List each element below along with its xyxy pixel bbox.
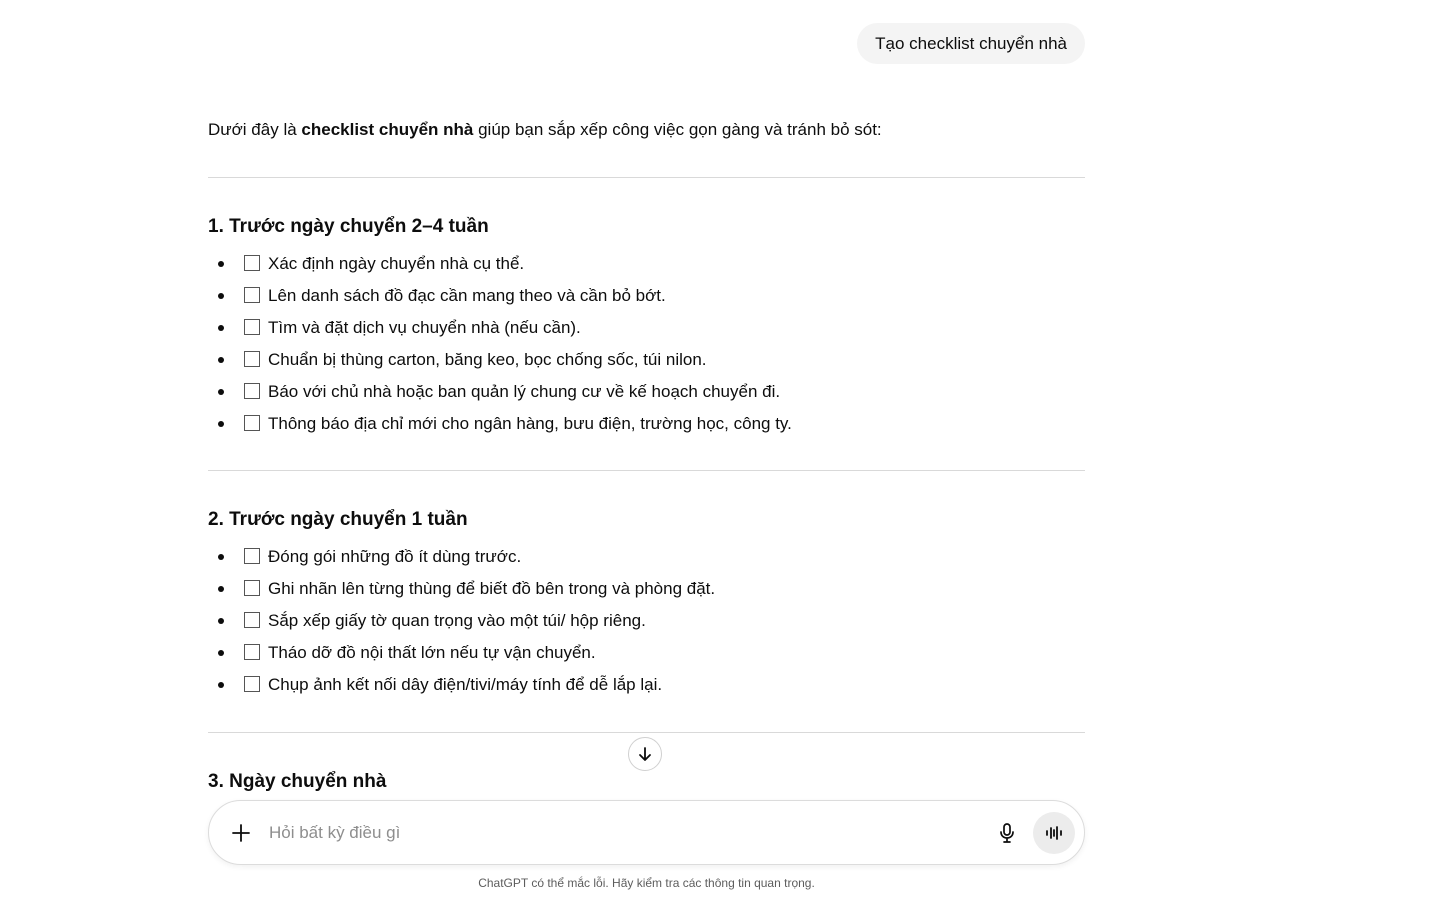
bullet-icon [218, 389, 224, 395]
list-item-text: Sắp xếp giấy tờ quan trọng vào một túi/ … [268, 611, 646, 630]
divider [208, 470, 1085, 471]
list-item-text: Đóng gói những đồ ít dùng trước. [268, 547, 522, 566]
bullet-icon [218, 586, 224, 592]
bullet-icon [218, 357, 224, 363]
bullet-icon [218, 650, 224, 656]
checkbox[interactable] [244, 319, 260, 335]
checkbox[interactable] [244, 255, 260, 271]
bullet-icon [218, 293, 224, 299]
intro-prefix: Dưới đây là [208, 120, 302, 139]
list-item-text: Chụp ảnh kết nối dây điện/tivi/máy tính … [268, 675, 663, 694]
disclaimer-text: ChatGPT có thể mắc lỗi. Hãy kiểm tra các… [478, 876, 815, 890]
divider [208, 732, 1085, 733]
checkbox[interactable] [244, 548, 260, 564]
intro-suffix: giúp bạn sắp xếp công việc gọn gàng và t… [473, 120, 882, 139]
list-item-text: Thông báo địa chỉ mới cho ngân hàng, bưu… [268, 414, 792, 433]
bullet-icon [218, 618, 224, 624]
list-item-text: Lên danh sách đồ đạc cần mang theo và cầ… [268, 286, 666, 305]
bullet-icon [218, 554, 224, 560]
section-title-1: 1. Trước ngày chuyển 2–4 tuần [208, 216, 489, 237]
section-title-2: 2. Trước ngày chuyển 1 tuần [208, 509, 468, 530]
checkbox[interactable] [244, 676, 260, 692]
checkbox[interactable] [244, 351, 260, 367]
section-title-3: 3. Ngày chuyển nhà [208, 771, 387, 792]
add-attachment-button[interactable] [227, 819, 255, 847]
intro-bold: checklist chuyển nhà [301, 120, 474, 139]
list-item-text: Tìm và đặt dịch vụ chuyển nhà (nếu cần). [268, 318, 581, 337]
intro-paragraph: Dưới đây là checklist chuyển nhà giúp bạ… [208, 118, 882, 142]
checkbox[interactable] [244, 383, 260, 399]
list-item-text: Ghi nhãn lên từng thùng để biết đồ bên t… [268, 579, 716, 598]
bullet-icon [218, 421, 224, 427]
bullet-icon [218, 682, 224, 688]
list-item-text: Báo với chủ nhà hoặc ban quản lý chung c… [268, 382, 781, 401]
bullet-icon [218, 325, 224, 331]
scroll-to-bottom-button[interactable] [628, 737, 662, 771]
divider [208, 177, 1085, 178]
user-message-bubble: Tạo checklist chuyển nhà [857, 23, 1085, 64]
voice-mode-button[interactable] [1033, 812, 1075, 854]
checkbox[interactable] [244, 287, 260, 303]
microphone-icon [1000, 823, 1014, 843]
checkbox[interactable] [244, 415, 260, 431]
bullet-icon [218, 261, 224, 267]
list-item-text: Tháo dỡ đồ nội thất lớn nếu tự vận chuyể… [268, 643, 596, 662]
dictate-button[interactable] [993, 819, 1021, 847]
list-item-text: Chuẩn bị thùng carton, băng keo, bọc chố… [268, 350, 707, 369]
voice-mode-icon [1046, 826, 1062, 840]
composer [208, 800, 1085, 865]
chat-page: Tạo checklist chuyển nhà Dưới đây là che… [0, 0, 1440, 900]
checkbox[interactable] [244, 644, 260, 660]
checkbox[interactable] [244, 612, 260, 628]
list-item-text: Xác định ngày chuyển nhà cụ thể. [268, 254, 525, 273]
user-message-text: Tạo checklist chuyển nhà [875, 34, 1067, 53]
checkbox[interactable] [244, 580, 260, 596]
plus-icon [232, 824, 250, 842]
prompt-input[interactable] [269, 819, 969, 847]
arrow-down-icon [639, 747, 651, 761]
